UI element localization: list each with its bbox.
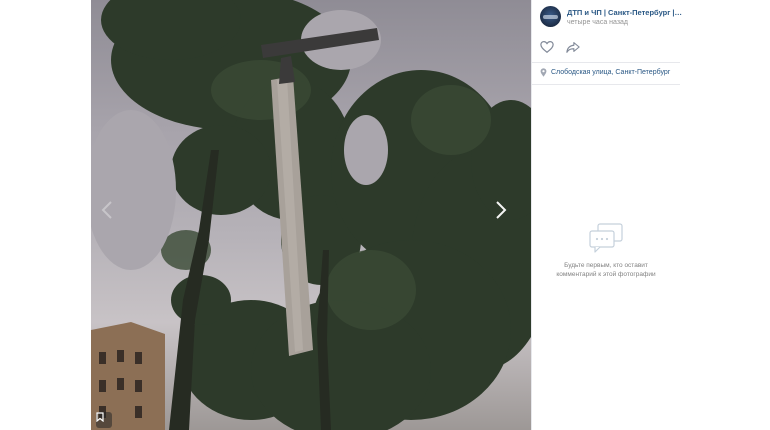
comment-bubble-icon: [589, 223, 623, 253]
post-time[interactable]: четыре часа назад: [567, 19, 680, 26]
comments-empty-state: Будьте первым, кто оставит комментарий к…: [532, 85, 680, 430]
photo[interactable]: [91, 0, 531, 430]
group-avatar[interactable]: [540, 6, 561, 27]
post-location[interactable]: Слободская улица, Санкт-Петербург: [532, 63, 680, 77]
photo-scene: [91, 0, 531, 430]
next-photo-button[interactable]: [495, 200, 519, 230]
heart-icon[interactable]: [540, 40, 554, 54]
chevron-left-icon: [101, 201, 112, 219]
bookmark-icon: [96, 412, 104, 422]
location-pin-icon: [540, 68, 547, 77]
post-meta: ДТП и ЧП | Санкт-Петербург | П... четыре…: [567, 8, 683, 26]
comments-empty-text: Будьте первым, кто оставит комментарий к…: [546, 261, 666, 279]
photo-viewer: ДТП и ЧП | Санкт-Петербург | П... четыре…: [91, 0, 683, 430]
previous-photo-button[interactable]: [101, 200, 125, 230]
share-arrow-icon[interactable]: [566, 40, 580, 54]
post-sidebar: ДТП и ЧП | Санкт-Петербург | П... четыре…: [531, 0, 683, 430]
chevron-right-icon: [496, 201, 507, 219]
post-header: ДТП и ЧП | Санкт-Петербург | П... четыре…: [532, 0, 683, 30]
bookmark-button[interactable]: [96, 412, 112, 428]
post-actions: [532, 30, 680, 54]
empty-line-2: комментарий к этой фотографии: [556, 271, 656, 278]
empty-line-1: Будьте первым, кто оставит: [564, 262, 648, 269]
location-link[interactable]: Слободская улица, Санкт-Петербург: [551, 69, 670, 76]
group-name-link[interactable]: ДТП и ЧП | Санкт-Петербург | П...: [567, 8, 683, 17]
